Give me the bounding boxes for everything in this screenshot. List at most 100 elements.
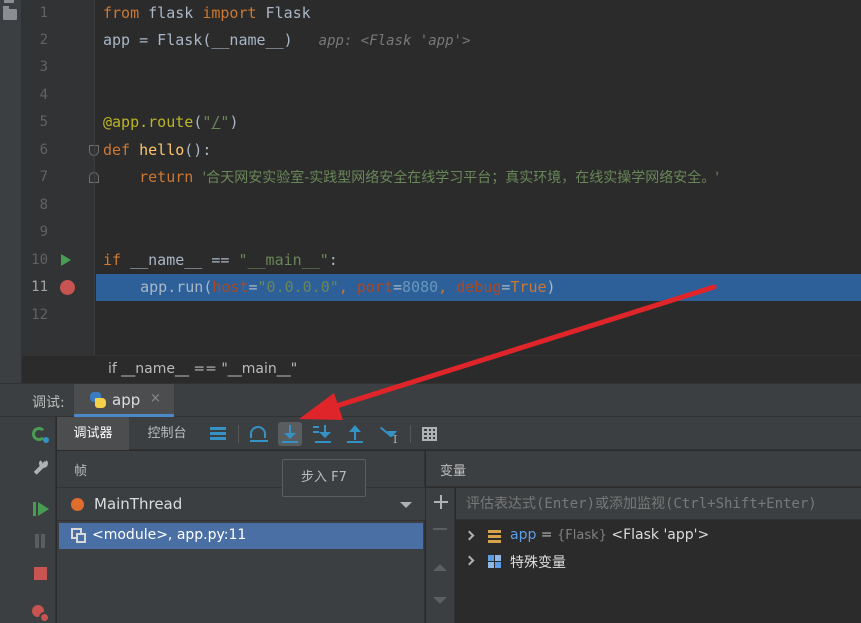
variable-equals: = xyxy=(536,527,557,543)
breadcrumb[interactable]: if __name__ == "__main__" xyxy=(22,355,861,383)
function-name: hello xyxy=(139,141,185,159)
project-folder-icon[interactable] xyxy=(3,6,17,20)
tab-debugger[interactable]: 调试器 xyxy=(57,417,129,450)
code-text: = xyxy=(248,278,258,296)
variable-row[interactable]: 特殊变量 xyxy=(456,549,861,574)
thread-select[interactable]: MainThread xyxy=(57,487,425,521)
gutter-line[interactable]: 3 xyxy=(22,54,94,81)
keyword: return xyxy=(139,168,194,186)
gutter-line[interactable]: 1 xyxy=(22,0,94,27)
close-icon[interactable]: × xyxy=(150,391,161,406)
project-tool-strip xyxy=(0,0,22,383)
resume-icon[interactable] xyxy=(30,499,50,519)
gutter-line[interactable]: 9 xyxy=(22,219,94,246)
step-over-icon[interactable] xyxy=(247,422,271,446)
wrench-icon[interactable] xyxy=(30,458,50,478)
frame-row[interactable]: <module>, app.py:11 xyxy=(59,523,423,549)
chevron-down-icon[interactable] xyxy=(400,502,412,508)
view-breakpoints-icon[interactable] xyxy=(30,603,50,623)
evaluate-expression-input[interactable] xyxy=(456,488,861,520)
gutter-line[interactable]: 5 xyxy=(22,109,94,136)
code-text: flask xyxy=(139,4,203,22)
move-down-icon[interactable] xyxy=(433,597,447,604)
frames-panel: 帧 MainThread <module>, app.py:11 xyxy=(57,451,425,623)
inline-value-hint: app: <Flask 'app'> xyxy=(318,33,471,49)
gutter-line[interactable]: 10 xyxy=(22,247,94,274)
gutter-line[interactable]: 6 xyxy=(22,137,99,164)
variable-text: 特殊变量 xyxy=(510,552,566,572)
code-line[interactable]: return '合天网安实验室-实践型网络安全在线学习平台；真实环境，在线实操学… xyxy=(95,164,861,191)
layout-menu-icon[interactable] xyxy=(206,422,230,446)
rerun-icon[interactable] xyxy=(30,425,50,445)
variable-row[interactable]: app = {Flask} <Flask 'app'> xyxy=(456,524,861,549)
line-number: 5 xyxy=(39,114,48,130)
line-number: 7 xyxy=(39,169,48,185)
variables-tree: app = {Flask} <Flask 'app'> 特殊变量 xyxy=(456,521,861,623)
pause-icon[interactable] xyxy=(30,531,50,551)
named-param: host xyxy=(212,278,249,296)
debug-label: 调试: xyxy=(32,395,65,411)
debug-toolbar: 调试器 控制台 I xyxy=(57,417,861,450)
number: 8080 xyxy=(402,278,439,296)
code-line[interactable]: @app.route("/") xyxy=(95,109,861,136)
step-into-icon[interactable] xyxy=(278,422,302,446)
execution-line[interactable]: app.run(host="0.0.0.0", port=8080, debug… xyxy=(96,274,861,301)
tab-console[interactable]: 控制台 xyxy=(137,417,197,450)
frame-icon xyxy=(71,528,87,543)
code-line[interactable]: from flask import Flask xyxy=(95,0,861,27)
step-into-my-code-icon[interactable] xyxy=(311,422,335,446)
gutter-line[interactable]: 12 xyxy=(22,302,94,329)
run-gutter-icon[interactable] xyxy=(61,254,71,266)
string: '合天网安实验室-实践型网络安全在线学习平台；真实环境，在线实操学网络安全。' xyxy=(202,170,720,186)
gutter-line[interactable]: 8 xyxy=(22,192,94,219)
gutter-line[interactable]: 4 xyxy=(22,82,94,109)
toolbar-separator xyxy=(238,425,239,443)
object-icon xyxy=(488,530,501,543)
breakpoint-icon[interactable] xyxy=(60,280,75,295)
add-watch-icon[interactable] xyxy=(433,494,449,510)
chevron-right-icon[interactable] xyxy=(464,530,475,541)
debug-tab-label: app xyxy=(112,391,141,409)
variables-title: 变量 xyxy=(440,464,467,479)
frames-title: 帧 xyxy=(74,464,88,479)
line-number: 1 xyxy=(39,5,48,21)
code-line[interactable]: app = Flask(__name__) app: <Flask 'app'> xyxy=(95,27,861,54)
variable-name: 特殊变量 xyxy=(510,555,566,571)
string: "__main__" xyxy=(238,251,329,269)
evaluate-table-icon[interactable] xyxy=(418,422,442,446)
code-line[interactable]: if __name__ == "__main__": xyxy=(95,247,861,274)
toolbar-separator xyxy=(410,425,411,443)
code-text: app = Flask(__name__) xyxy=(103,31,293,49)
keyword: True xyxy=(510,278,547,296)
gutter-line[interactable]: 7 xyxy=(22,164,99,191)
step-into-tooltip: 步入 F7 xyxy=(282,459,366,497)
code-text: (): xyxy=(184,141,212,159)
run-to-cursor-icon[interactable]: I xyxy=(376,422,400,446)
python-icon xyxy=(90,392,106,408)
line-number: 6 xyxy=(39,142,48,158)
line-number: 2 xyxy=(39,32,48,48)
debug-tool-header: 调试: app × xyxy=(0,383,861,417)
stop-icon[interactable] xyxy=(30,563,50,583)
code-text: ) xyxy=(546,278,556,296)
code-line[interactable]: def hello(): xyxy=(95,137,861,164)
debug-session-tab[interactable]: app × xyxy=(74,384,174,417)
code-text: ) xyxy=(229,113,239,131)
gutter-line[interactable]: 11 xyxy=(22,274,94,301)
frame-label: <module>, app.py:11 xyxy=(92,527,247,543)
line-number: 4 xyxy=(39,87,48,103)
chevron-right-icon[interactable] xyxy=(464,555,475,566)
line-number: 12 xyxy=(31,307,48,323)
variables-header: 变量 xyxy=(426,451,861,487)
remove-watch-icon[interactable] xyxy=(433,528,447,530)
line-number: 9 xyxy=(39,224,48,240)
step-out-icon[interactable] xyxy=(343,422,367,446)
code-text: ( xyxy=(193,113,203,131)
gutter-line[interactable]: 2 xyxy=(22,27,94,54)
move-up-icon[interactable] xyxy=(433,564,447,571)
code-text: app.run( xyxy=(140,278,213,296)
code-editor[interactable]: from flask import Flask app = Flask(__na… xyxy=(94,0,861,355)
breadcrumb-item[interactable]: if __name__ == "__main__" xyxy=(108,356,297,383)
